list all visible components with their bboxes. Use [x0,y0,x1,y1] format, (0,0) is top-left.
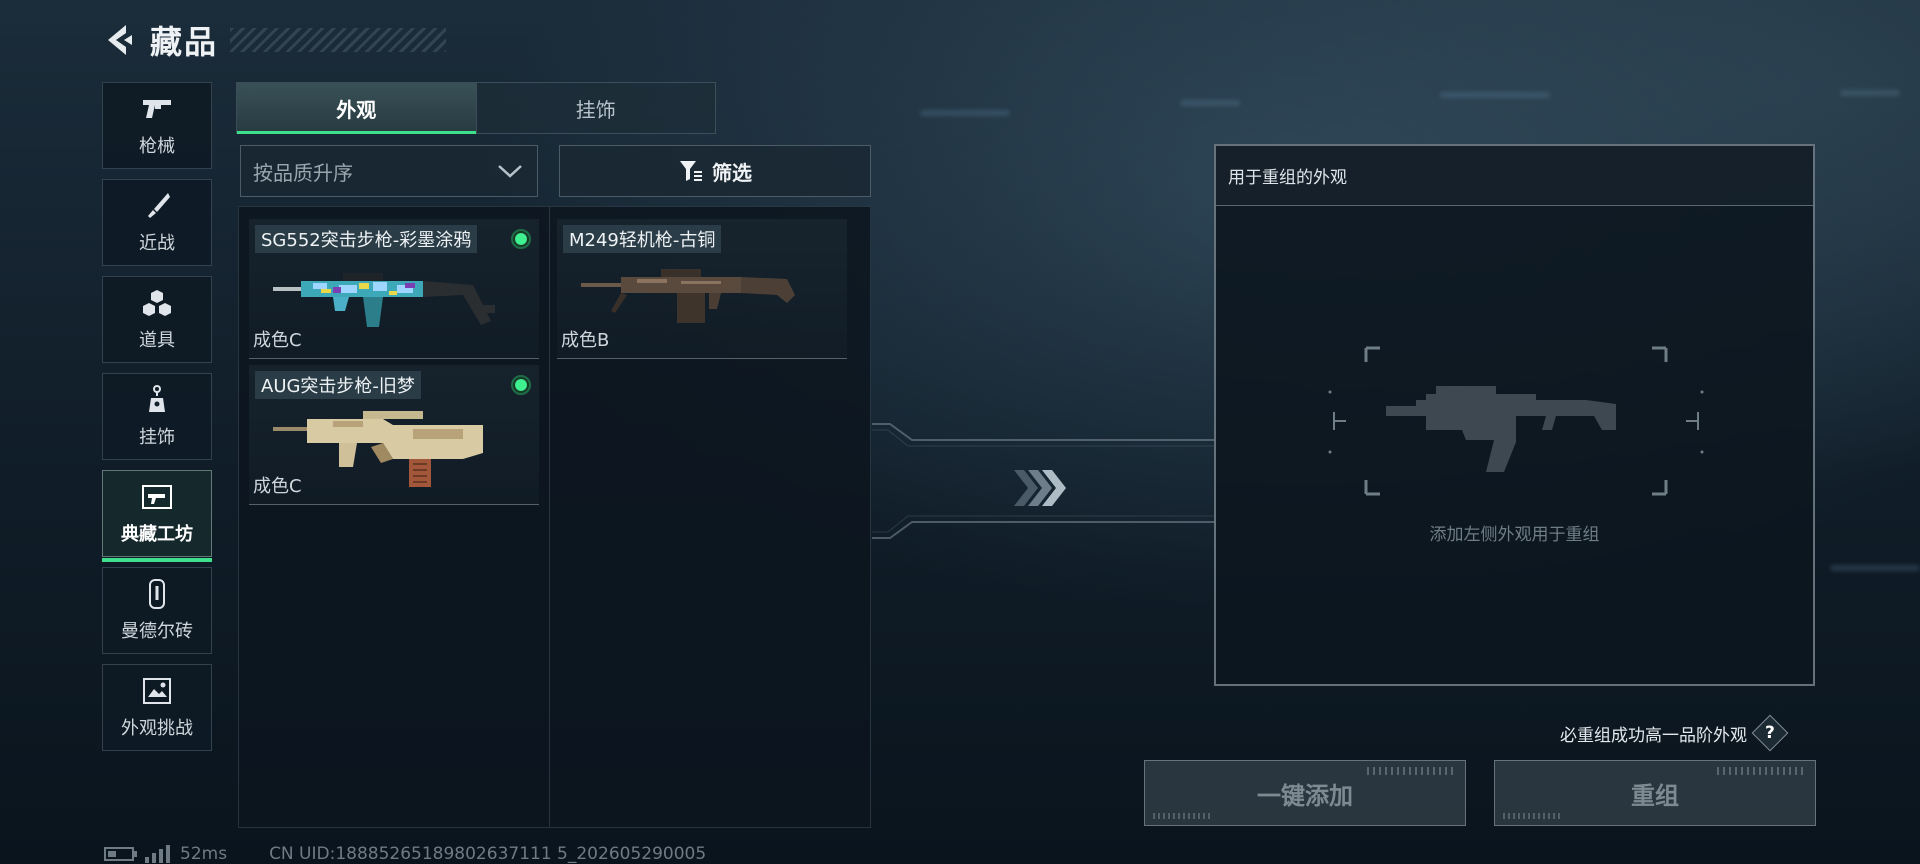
workshop-icon [140,482,174,512]
category-item-skin-challenge[interactable]: 外观挑战 [102,664,212,751]
help-label: ? [1765,723,1775,743]
recompose-slot-hint: 添加左侧外观用于重组 [1429,525,1600,545]
ping-readout: 52ms [180,844,228,864]
category-label: 曼德尔砖 [121,620,193,642]
back-button[interactable] [100,20,136,60]
skin-item-card[interactable]: M249轻机枪-古铜 成色B [557,219,847,359]
signal-icon [145,845,170,863]
category-item-firearms[interactable]: 枪械 [102,82,212,169]
category-item-melee[interactable]: 近战 [102,179,212,266]
chevron-down-icon [498,165,522,178]
add-all-label: 一键添加 [1257,781,1353,810]
skin-item-name: SG552突击步枪-彩墨涂鸦 [255,225,478,253]
page-header: 藏品 [100,18,446,62]
battery-icon [104,847,137,861]
recompose-label: 重组 [1631,781,1679,810]
skin-item-card[interactable]: AUG突击步枪-旧梦 成色C [249,365,539,505]
tab-appearance[interactable]: 外观 [237,83,476,134]
filter-button[interactable]: 筛选 [559,145,871,197]
category-item-charms[interactable]: 挂饰 [102,373,212,460]
tab-charms[interactable]: 挂饰 [475,83,716,133]
category-label: 挂饰 [139,426,175,448]
category-label: 典藏工坊 [121,523,193,545]
owned-indicator-dot [511,229,531,249]
rifle-aug-image [273,411,483,487]
guarantee-info: 必重组成功高一品阶外观 ? [1560,714,1789,752]
title-stripes-decoration [230,28,446,52]
triple-chevron-right-icon [1014,470,1066,506]
user-uid: CN UID:18885265189802637111 5_2026052900… [269,844,707,864]
sort-value: 按品质升序 [253,160,353,185]
sort-dropdown[interactable]: 按品质升序 [240,145,538,197]
column-divider [549,207,550,827]
filter-icon [680,161,702,181]
category-label: 外观挑战 [121,717,193,739]
knife-icon [140,191,174,221]
button-decoration [1367,767,1457,775]
lmg-m249-image [581,269,795,323]
mandel-brick-icon [140,578,174,609]
filter-label: 筛选 [712,160,752,185]
category-label: 近战 [139,232,175,254]
back-arrow-icon [108,25,132,55]
skin-item-name: M249轻机枪-古铜 [563,225,722,253]
recompose-panel-title: 用于重组的外观 [1216,146,1813,206]
category-label: 枪械 [139,135,175,157]
skin-item-grade: 成色C [253,476,302,497]
recompose-drop-slot[interactable] [1316,346,1716,496]
skin-item-grade: 成色B [561,330,610,351]
status-bar: 52ms CN UID:18885265189802637111 5_20260… [104,844,706,864]
rifle-placeholder-icon [1328,346,1704,496]
rifle-sg552-image [273,273,495,327]
skin-tabs: 外观 挂饰 [236,82,716,134]
page-title: 藏品 [150,23,219,61]
grenades-icon [140,288,174,318]
category-label: 道具 [139,329,175,351]
skin-list-panel: SG552突击步枪-彩墨涂鸦 成色C M249轻机枪-古铜 成色B AUG突击步… [238,206,871,828]
add-all-button[interactable]: 一键添加 [1144,760,1466,826]
button-decoration [1503,813,1563,819]
category-item-workshop[interactable]: 典藏工坊 [102,470,212,562]
skin-item-grade: 成色C [253,330,302,351]
challenge-icon [140,676,174,706]
category-item-mandel-brick[interactable]: 曼德尔砖 [102,567,212,654]
skin-item-card[interactable]: SG552突击步枪-彩墨涂鸦 成色C [249,219,539,359]
pistol-icon [140,94,174,124]
recompose-button[interactable]: 重组 [1494,760,1816,826]
skin-item-name: AUG突击步枪-旧梦 [255,371,421,399]
button-decoration [1153,813,1213,819]
guarantee-text: 必重组成功高一品阶外观 [1560,725,1747,746]
button-decoration [1717,767,1807,775]
help-icon[interactable]: ? [1751,714,1789,752]
owned-indicator-dot [511,375,531,395]
category-nav: 枪械 近战 道具 挂饰 典藏工坊 曼德尔砖 外观挑战 [102,82,212,761]
charm-icon [140,384,174,415]
category-item-items[interactable]: 道具 [102,276,212,363]
recompose-panel: 用于重组的外观 添加左侧外观用于重组 [1214,144,1815,686]
